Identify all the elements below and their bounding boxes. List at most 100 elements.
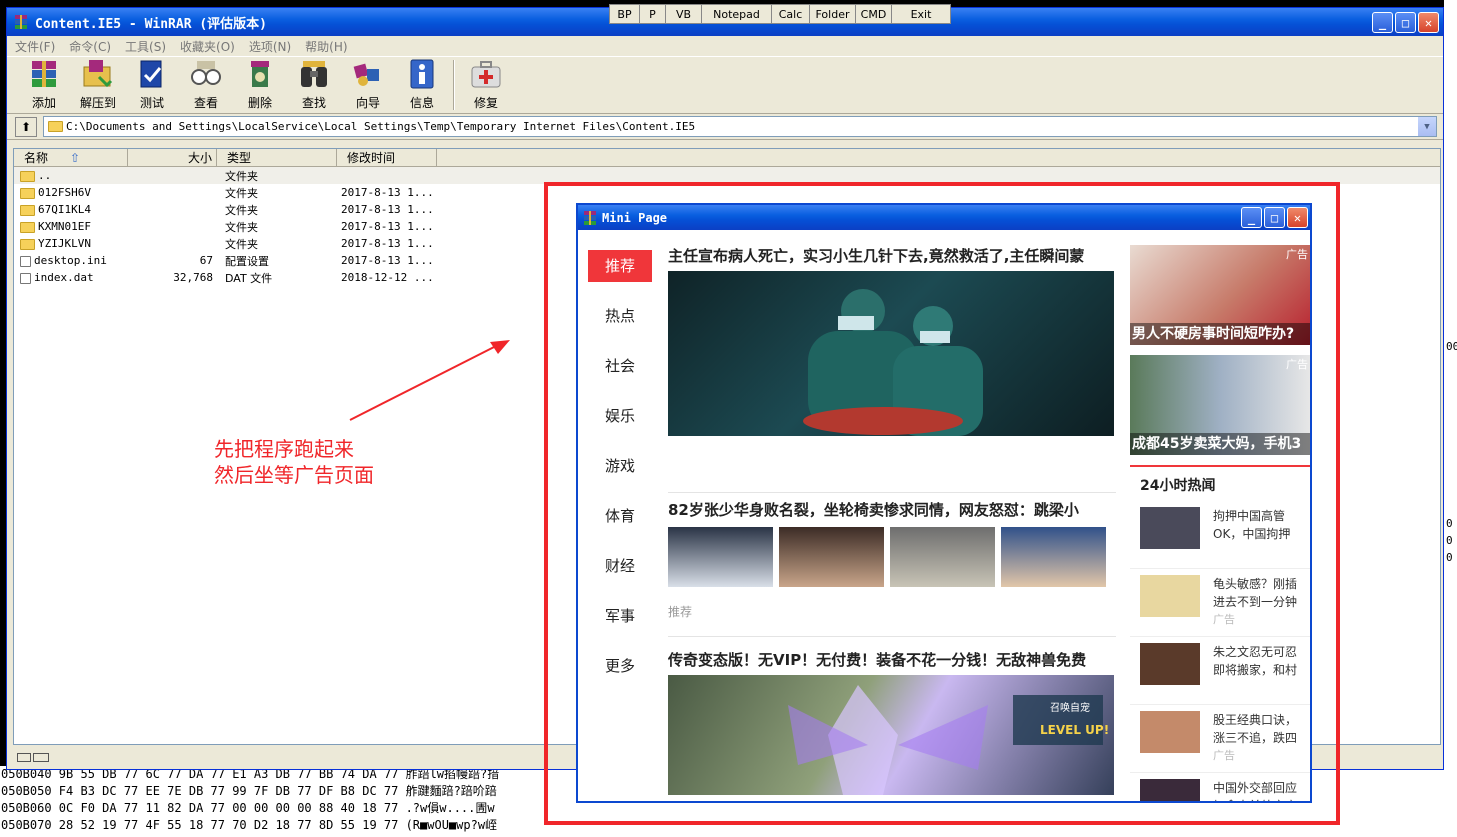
hot-news-line: 加拿大前外交官 <box>1213 797 1297 801</box>
annotation-line: 先把程序跑起来 <box>214 437 354 461</box>
file-icon <box>20 272 31 284</box>
up-folder-button[interactable]: ⬆ <box>15 116 37 137</box>
news-headline[interactable]: 82岁张少华身败名裂，坐轮椅卖惨求同情，网友怒怼：跳梁小 <box>668 499 1116 521</box>
menu-tools[interactable]: 工具(S) <box>125 38 166 55</box>
column-size[interactable]: 大小 <box>128 149 217 166</box>
winrar-title: Content.IE5 - WinRAR (评估版本) <box>35 16 268 32</box>
hot-news-item[interactable]: 龟头敏感？刚插 进去不到一分钟 广告 <box>1130 569 1310 637</box>
tool-label: 向导 <box>355 96 380 110</box>
folder-icon <box>20 221 35 233</box>
menu-options[interactable]: 选项(N) <box>249 38 291 55</box>
menu-command[interactable]: 命令(C) <box>69 38 111 55</box>
file-date: 2018-12-12 ... <box>341 271 434 284</box>
column-label: 类型 <box>227 151 252 165</box>
minimize-button[interactable]: _ <box>1372 12 1393 33</box>
delete-icon <box>251 61 269 87</box>
file-name-cell: .. <box>14 169 142 182</box>
file-date: 2017-8-13 1... <box>341 254 434 267</box>
news-image-game[interactable]: 召唤自宠 LEVEL UP! <box>668 675 1114 795</box>
info-button[interactable]: 信息 <box>395 57 449 113</box>
nav-item[interactable]: 更多 <box>588 650 652 700</box>
vb-button[interactable]: VB <box>666 5 702 23</box>
news-feed: 主任宣布病人死亡，实习小生几针下去,竟然救活了,主任瞬间蒙 82岁张少华身败名裂… <box>668 245 1116 795</box>
file-type: 文件夹 <box>225 186 258 200</box>
add-button[interactable]: 添加 <box>17 57 71 113</box>
hot-news-line: 龟头敏感？刚插 <box>1213 577 1298 591</box>
ad-caption: 成都45岁卖菜大妈，手机3 <box>1130 433 1310 455</box>
nav-item[interactable]: 游戏 <box>588 450 652 500</box>
extract-button[interactable]: 解压到 <box>71 57 125 113</box>
column-label: 修改时间 <box>347 151 396 165</box>
wizard-icon <box>353 63 379 86</box>
news-thumb[interactable] <box>890 527 995 587</box>
hot-news-line: 涨三不追，跌四 <box>1213 731 1298 745</box>
hot-news-line: 拘押中国高管 <box>1213 509 1286 523</box>
right-strip-text: 0 <box>1446 551 1453 564</box>
folder-icon <box>20 204 35 216</box>
view-button[interactable]: 查看 <box>179 57 233 113</box>
news-thumb[interactable] <box>1001 527 1106 587</box>
menu-favorites[interactable]: 收藏夹(O) <box>180 38 235 55</box>
news-thumb[interactable] <box>668 527 773 587</box>
p-button[interactable]: P <box>640 5 666 23</box>
folder-button[interactable]: Folder <box>810 5 856 23</box>
ad-banner[interactable]: 广告 男人不硬房事时间短咋办? <box>1130 245 1310 345</box>
test-button[interactable]: 测试 <box>125 57 179 113</box>
nav-item[interactable]: 推荐 <box>588 250 652 300</box>
address-input[interactable]: C:\Documents and Settings\LocalService\L… <box>43 116 1437 137</box>
nav-item[interactable]: 热点 <box>588 300 652 350</box>
bp-button[interactable]: BP <box>610 5 640 23</box>
surgeons-image <box>803 289 983 436</box>
nav-item[interactable]: 社会 <box>588 350 652 400</box>
folder-icon <box>20 170 35 182</box>
news-headline[interactable]: 传奇变态版！无VIP！无付费！装备不花一分钱！无敌神兽免费 <box>668 649 1116 671</box>
hot-news-text: 朱之文忍无可忍 即将搬家，和村 <box>1213 643 1297 694</box>
close-button[interactable]: ✕ <box>1418 12 1439 33</box>
find-button[interactable]: 查找 <box>287 57 341 113</box>
file-name: YZIJKLVN <box>38 237 91 250</box>
column-modified[interactable]: 修改时间 <box>337 149 437 166</box>
close-button[interactable]: ✕ <box>1287 207 1308 228</box>
right-strip-text: 0 <box>1446 517 1453 530</box>
address-dropdown-button[interactable]: ▼ <box>1418 117 1436 136</box>
menu-help[interactable]: 帮助(H) <box>305 38 347 55</box>
nav-item[interactable]: 财经 <box>588 550 652 600</box>
maximize-button[interactable]: □ <box>1264 207 1285 228</box>
hot-news-item[interactable]: 拘押中国高管 OK，中国拘押 <box>1130 501 1310 569</box>
news-image-surgery[interactable] <box>668 271 1114 436</box>
hot-news-item[interactable]: 中国外交部回应加拿大前外交官 <box>1130 773 1310 801</box>
ad-banner[interactable]: 广告 成都45岁卖菜大妈，手机3 <box>1130 355 1310 455</box>
menu-file[interactable]: 文件(F) <box>15 38 55 55</box>
wizard-button[interactable]: 向导 <box>341 57 395 113</box>
minimize-button[interactable]: _ <box>1241 207 1262 228</box>
nav-item[interactable]: 军事 <box>588 600 652 650</box>
maximize-button[interactable]: □ <box>1395 12 1416 33</box>
nav-label: 财经 <box>604 557 635 575</box>
nav-label: 体育 <box>604 507 635 525</box>
nav-item[interactable]: 体育 <box>588 500 652 550</box>
annotation-text: 先把程序跑起来 然后坐等广告页面 <box>214 436 374 488</box>
repair-button[interactable]: 修复 <box>459 57 513 113</box>
delete-button[interactable]: 删除 <box>233 57 287 113</box>
hot-news-item[interactable]: 朱之文忍无可忍 即将搬家，和村 <box>1130 637 1310 705</box>
chevron-down-icon: ▼ <box>1424 121 1430 132</box>
nav-item[interactable]: 娱乐 <box>588 400 652 450</box>
file-date: 2017-8-13 1... <box>341 186 434 199</box>
calc-button[interactable]: Calc <box>772 5 810 23</box>
notepad-button[interactable]: Notepad <box>702 5 772 23</box>
file-name: 67QI1KL4 <box>38 203 91 216</box>
file-type: 文件夹 <box>225 237 258 251</box>
hot-news-line: 股王经典口诀， <box>1213 713 1298 727</box>
news-thumbnails <box>668 527 1116 587</box>
column-name[interactable]: 名称 ⇧ <box>14 149 128 166</box>
divider <box>668 492 1116 493</box>
archive-add-icon <box>32 61 56 87</box>
hot-news-item[interactable]: 股王经典口诀， 涨三不追，跌四 广告 <box>1130 705 1310 773</box>
column-type[interactable]: 类型 <box>217 149 337 166</box>
news-headline[interactable]: 主任宣布病人死亡，实习小生几针下去,竟然救活了,主任瞬间蒙 <box>668 245 1116 267</box>
mini-page-titlebar[interactable]: Mini Page _ □ ✕ <box>578 205 1310 230</box>
exit-button[interactable]: Exit <box>892 5 950 23</box>
news-thumb[interactable] <box>779 527 884 587</box>
cmd-button[interactable]: CMD <box>856 5 892 23</box>
nav-label: 社会 <box>604 357 635 375</box>
